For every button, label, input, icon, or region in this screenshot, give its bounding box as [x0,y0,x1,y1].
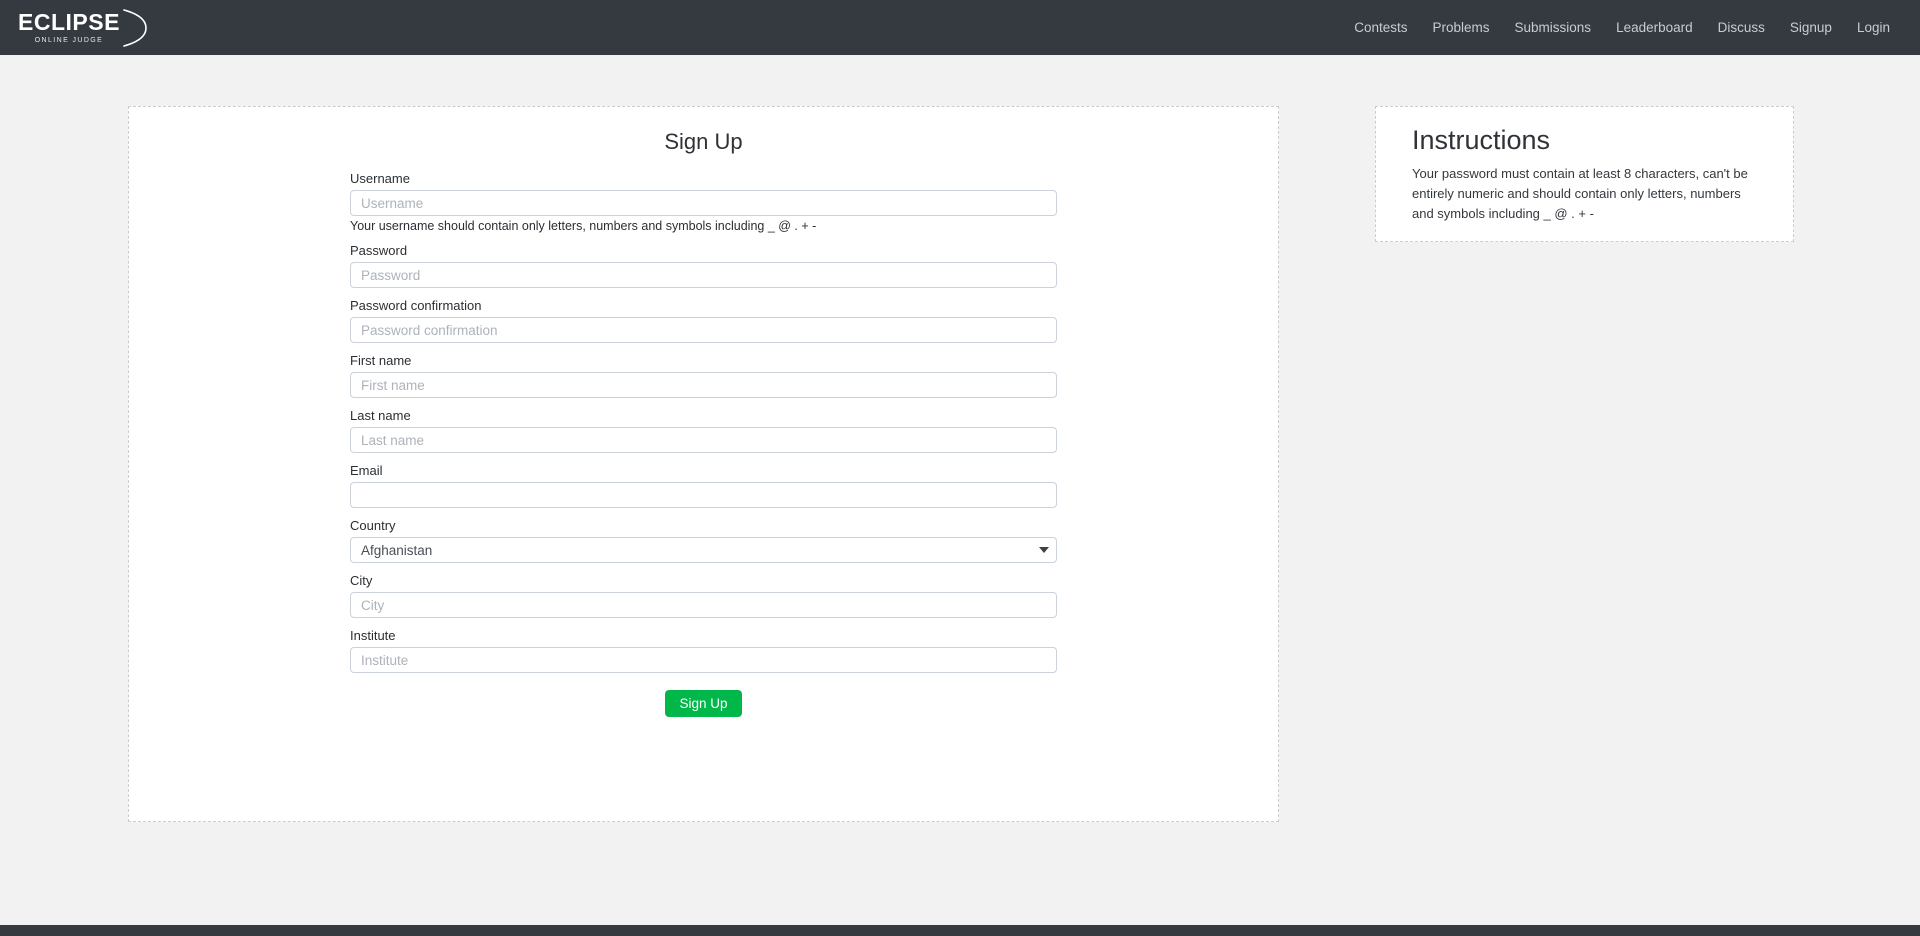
city-input[interactable] [350,592,1057,618]
field-group-username: Username Your username should contain on… [350,171,1057,233]
signup-submit-button[interactable]: Sign Up [665,690,742,717]
brand-logo[interactable]: ECLIPSE ONLINE JUDGE [18,7,148,49]
last-name-input[interactable] [350,427,1057,453]
nav-link-list: Contests Problems Submissions Leaderboar… [1346,16,1898,39]
field-group-institute: Institute [350,628,1057,673]
field-group-password: Password [350,243,1057,288]
nav-link-signup[interactable]: Signup [1782,16,1840,39]
label-institute: Institute [350,628,396,643]
field-group-first-name: First name [350,353,1057,398]
label-email: Email [350,463,383,478]
page-body: Sign Up Username Your username should co… [0,55,1920,925]
nav-link-submissions[interactable]: Submissions [1507,16,1600,39]
nav-link-login[interactable]: Login [1849,16,1898,39]
nav-link-contests[interactable]: Contests [1346,16,1415,39]
country-select-wrap: Afghanistan [350,537,1057,563]
top-navbar: ECLIPSE ONLINE JUDGE Contests Problems S… [0,0,1920,55]
email-input[interactable] [350,482,1057,508]
field-group-last-name: Last name [350,408,1057,453]
page-title: Sign Up [664,129,743,154]
username-input[interactable] [350,190,1057,216]
password-input[interactable] [350,262,1057,288]
label-country: Country [350,518,396,533]
label-password-confirmation: Password confirmation [350,298,482,313]
field-group-email: Email [350,463,1057,508]
instructions-body: Your password must contain at least 8 ch… [1412,166,1748,222]
label-username: Username [350,171,410,186]
label-last-name: Last name [350,408,411,423]
label-first-name: First name [350,353,412,368]
nav-link-problems[interactable]: Problems [1425,16,1498,39]
field-group-country: Country Afghanistan [350,518,1057,563]
first-name-input[interactable] [350,372,1057,398]
field-group-password-confirmation: Password confirmation [350,298,1057,343]
brand-tagline: ONLINE JUDGE [34,37,104,44]
nav-link-leaderboard[interactable]: Leaderboard [1608,16,1701,39]
instructions-title: Instructions [1412,125,1551,155]
signup-form-card: Sign Up Username Your username should co… [128,106,1279,822]
page-footer [0,925,1920,936]
label-password: Password [350,243,408,258]
crescent-arc-icon [122,8,148,48]
nav-link-discuss[interactable]: Discuss [1710,16,1773,39]
institute-input[interactable] [350,647,1057,673]
submit-row: Sign Up [350,690,1057,717]
signup-form: Username Your username should contain on… [350,155,1057,717]
field-group-city: City [350,573,1057,618]
label-city: City [350,573,373,588]
brand-text: ECLIPSE ONLINE JUDGE [18,9,120,45]
brand-name: ECLIPSE [18,9,120,35]
password-confirmation-input[interactable] [350,317,1057,343]
country-select[interactable]: Afghanistan [350,537,1057,563]
username-help-text: Your username should contain only letter… [350,219,817,233]
instructions-card: Instructions Your password must contain … [1375,106,1794,242]
